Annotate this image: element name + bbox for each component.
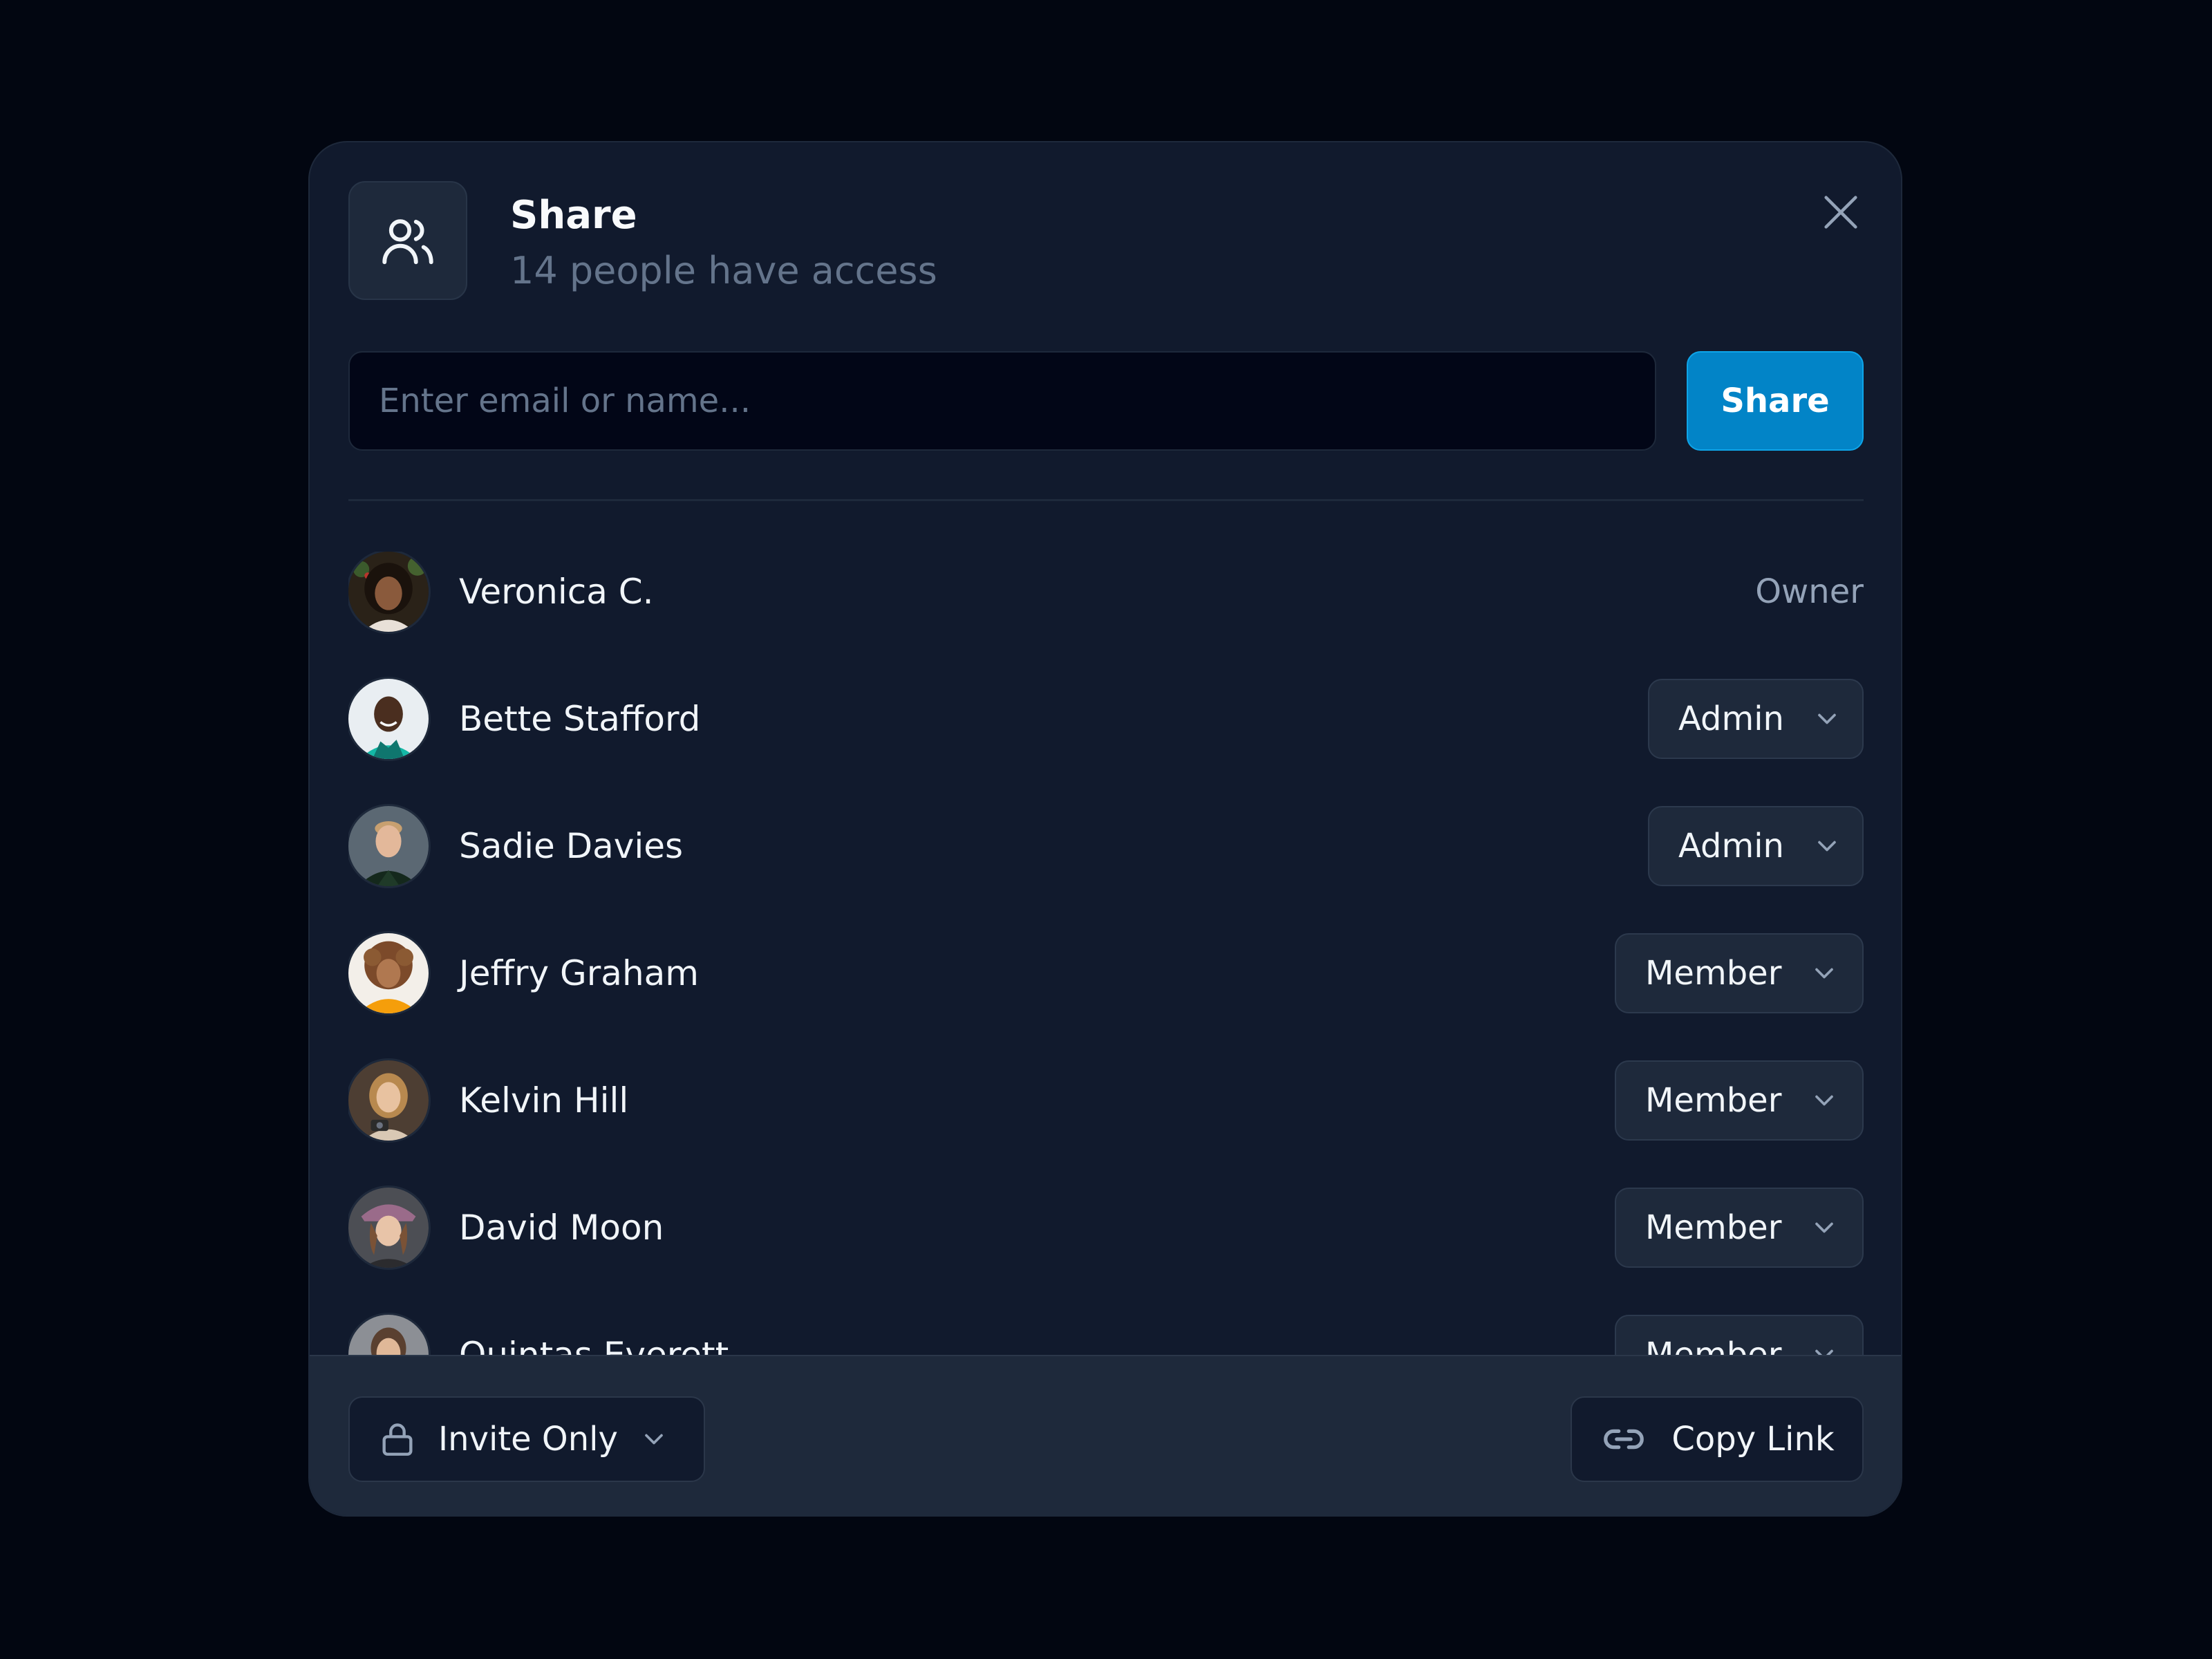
dialog-footer: Invite Only Copy Link <box>310 1355 1901 1515</box>
access-count: 14 people have access <box>510 249 937 292</box>
email-or-name-input[interactable] <box>348 351 1656 451</box>
member-name: Kelvin Hill <box>459 1080 629 1121</box>
member-row: Sadie Davies Admin <box>348 806 1864 889</box>
chevron-down-icon <box>1815 1349 1834 1355</box>
member-name: Veronica C. <box>459 572 654 612</box>
member-row: Quintas Everett Member <box>348 1315 1864 1355</box>
role-select[interactable]: Member <box>1615 933 1864 1013</box>
member-name: Jeffry Graham <box>459 953 699 993</box>
access-level-select[interactable]: Invite Only <box>348 1396 705 1482</box>
role-select[interactable]: Admin <box>1648 806 1864 886</box>
divider <box>348 499 1864 501</box>
role-label: Member <box>1645 1208 1782 1247</box>
chevron-down-icon <box>1818 841 1836 852</box>
avatar <box>348 1315 429 1355</box>
access-level-label: Invite Only <box>438 1420 618 1459</box>
close-button[interactable] <box>1803 174 1879 250</box>
copy-link-label: Copy Link <box>1671 1420 1835 1459</box>
close-icon <box>1824 196 1857 229</box>
dialog-title: Share <box>510 193 637 238</box>
member-row: Bette Stafford Admin <box>348 679 1864 762</box>
member-name: Quintas Everett <box>459 1335 729 1355</box>
share-dialog: Share 14 people have access Share <box>308 141 1902 1517</box>
copy-link-button[interactable]: Copy Link <box>1571 1396 1864 1482</box>
share-button[interactable]: Share <box>1687 351 1864 451</box>
role-select[interactable]: Member <box>1615 1060 1864 1141</box>
member-row: Veronica C. Owner <box>348 552 1864 635</box>
role-label: Admin <box>1678 700 1784 738</box>
users-icon <box>348 181 467 300</box>
link-icon <box>1604 1429 1644 1450</box>
member-name: Sadie Davies <box>459 826 684 866</box>
role-label: Member <box>1645 954 1782 993</box>
role-select[interactable]: Member <box>1615 1188 1864 1268</box>
member-name: David Moon <box>459 1208 664 1248</box>
role-select[interactable]: Admin <box>1648 679 1864 759</box>
member-row: Kelvin Hill Member <box>348 1060 1864 1143</box>
avatar <box>348 1060 429 1141</box>
owner-label: Owner <box>1755 572 1864 611</box>
avatar <box>348 806 429 886</box>
member-list: Veronica C. Owner Bette Stafford Admin S… <box>348 552 1864 1355</box>
avatar <box>348 552 429 632</box>
chevron-down-icon <box>1815 1095 1834 1106</box>
role-select[interactable]: Member <box>1615 1315 1864 1355</box>
avatar <box>348 1188 429 1268</box>
member-name: Bette Stafford <box>459 699 701 739</box>
chevron-down-icon <box>1815 1222 1834 1233</box>
role-label: Admin <box>1678 827 1784 865</box>
member-row: Jeffry Graham Member <box>348 933 1864 1016</box>
role-label: Member <box>1645 1335 1782 1355</box>
lock-icon <box>382 1423 413 1456</box>
avatar <box>348 679 429 759</box>
member-row: David Moon Member <box>348 1188 1864 1271</box>
avatar <box>348 933 429 1013</box>
chevron-down-icon <box>1815 968 1834 979</box>
chevron-down-icon <box>645 1434 663 1445</box>
chevron-down-icon <box>1818 713 1836 724</box>
role-label: Member <box>1645 1081 1782 1120</box>
